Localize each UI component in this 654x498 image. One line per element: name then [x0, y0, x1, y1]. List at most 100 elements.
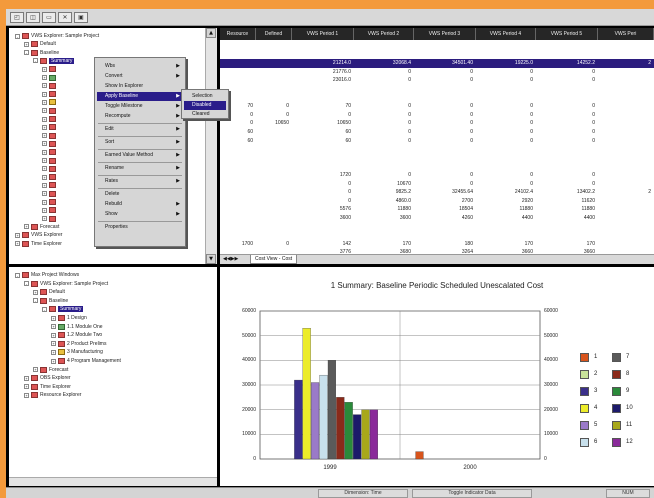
- tree-node[interactable]: +: [42, 148, 58, 156]
- tree-node[interactable]: +: [42, 115, 58, 123]
- scroll-down-arrow-icon[interactable]: ▼: [206, 254, 216, 264]
- expand-plus-icon[interactable]: +: [42, 116, 47, 122]
- tree-node[interactable]: - Baseline: [33, 297, 68, 305]
- tree-node[interactable]: +1.2 Module Two: [51, 331, 102, 339]
- tree-node[interactable]: +: [42, 65, 58, 73]
- tree-node[interactable]: +: [42, 82, 58, 90]
- collapse-minus-icon[interactable]: -: [24, 50, 29, 56]
- expand-plus-icon[interactable]: +: [42, 166, 47, 172]
- expand-plus-icon[interactable]: +: [42, 83, 47, 89]
- tree-vertical-scrollbar[interactable]: ▲ ▼: [205, 28, 217, 264]
- expand-plus-icon[interactable]: +: [51, 315, 56, 321]
- tree-node[interactable]: +: [42, 98, 58, 106]
- toolbar-button-3[interactable]: ▭: [42, 12, 56, 23]
- expand-plus-icon[interactable]: +: [42, 216, 47, 222]
- column-header[interactable]: Resource: [220, 28, 256, 40]
- tab-cost-view[interactable]: Cost View - Cost: [250, 255, 298, 264]
- expand-plus-icon[interactable]: +: [24, 375, 29, 381]
- tree-node[interactable]: +: [42, 90, 58, 98]
- expand-plus-icon[interactable]: +: [33, 367, 38, 373]
- tree-node[interactable]: +4 Program Management: [51, 357, 121, 365]
- submenu-item[interactable]: Cleared: [184, 110, 226, 119]
- tree-node[interactable]: +: [42, 173, 58, 181]
- expand-plus-icon[interactable]: +: [42, 91, 47, 97]
- tree-node[interactable]: - VWS Explorer: Sample Project: [24, 280, 108, 288]
- column-header[interactable]: VWS Period 1: [292, 28, 354, 40]
- expand-plus-icon[interactable]: +: [42, 133, 47, 139]
- expand-plus-icon[interactable]: +: [33, 289, 38, 295]
- tree-node[interactable]: +2 Product Prelims: [51, 340, 106, 348]
- tree-node[interactable]: +3 Manufacturing: [51, 348, 103, 356]
- expand-plus-icon[interactable]: +: [24, 384, 29, 390]
- tree-node[interactable]: + Forecast: [33, 366, 68, 374]
- context-menu-item[interactable]: Edit ▶: [97, 125, 183, 134]
- expand-plus-icon[interactable]: +: [42, 75, 47, 80]
- expand-plus-icon[interactable]: +: [15, 232, 20, 238]
- tree-node[interactable]: +: [42, 181, 58, 189]
- expand-plus-icon[interactable]: +: [42, 174, 47, 180]
- expand-plus-icon[interactable]: +: [42, 108, 47, 114]
- expand-plus-icon[interactable]: +: [15, 241, 20, 246]
- context-menu-item[interactable]: Convert ▶: [97, 72, 183, 81]
- tree-node[interactable]: + OBS Explorer: [24, 374, 71, 382]
- tree-node[interactable]: +: [42, 198, 58, 206]
- context-menu-item[interactable]: Apply Baseline ▶: [97, 92, 183, 101]
- column-header[interactable]: VWS Peri: [598, 28, 654, 40]
- tree-node[interactable]: - Baseline: [24, 49, 59, 57]
- collapse-minus-icon[interactable]: -: [24, 281, 29, 287]
- context-menu-item[interactable]: Wbs ▶: [97, 62, 183, 71]
- expand-plus-icon[interactable]: +: [42, 207, 47, 213]
- context-menu-item[interactable]: Rename ▶: [97, 164, 183, 173]
- expand-plus-icon[interactable]: +: [42, 199, 47, 205]
- tree-node[interactable]: +: [42, 140, 58, 148]
- tree-node[interactable]: - Max Project Windows: [15, 271, 79, 279]
- context-menu-item[interactable]: Sort ▶: [97, 138, 183, 147]
- context-menu-item[interactable]: Rates ▶: [97, 177, 183, 186]
- tree-node[interactable]: +: [42, 215, 58, 223]
- expand-plus-icon[interactable]: +: [51, 358, 56, 364]
- expand-plus-icon[interactable]: +: [42, 99, 47, 105]
- tree-node[interactable]: + Resource Explorer: [24, 391, 81, 399]
- collapse-minus-icon[interactable]: -: [33, 58, 38, 64]
- tree-node[interactable]: + Time Explorer: [24, 383, 71, 391]
- expand-plus-icon[interactable]: +: [24, 224, 29, 230]
- tree-node[interactable]: + Time Explorer: [15, 240, 62, 248]
- expand-plus-icon[interactable]: +: [51, 349, 56, 355]
- expand-plus-icon[interactable]: +: [42, 149, 47, 155]
- tree-node[interactable]: + Forecast: [24, 223, 59, 231]
- expand-plus-icon[interactable]: +: [42, 182, 47, 188]
- tree-node[interactable]: +: [42, 74, 58, 82]
- column-header[interactable]: VWS Period 5: [536, 28, 598, 40]
- collapse-minus-icon[interactable]: -: [42, 306, 47, 312]
- column-header[interactable]: VWS Period 4: [476, 28, 536, 40]
- toolbar-button-5[interactable]: ▣: [74, 12, 88, 23]
- expand-plus-icon[interactable]: +: [42, 158, 47, 163]
- column-header[interactable]: VWS Period 2: [354, 28, 414, 40]
- tree-node[interactable]: +1 Design: [51, 314, 87, 322]
- expand-plus-icon[interactable]: +: [51, 341, 56, 347]
- column-header[interactable]: Defined: [256, 28, 292, 40]
- context-menu-item[interactable]: Recompute ▶: [97, 112, 183, 121]
- tree-node[interactable]: - Summary: [33, 57, 75, 65]
- collapse-minus-icon[interactable]: -: [15, 272, 20, 278]
- column-header[interactable]: VWS Period 3: [414, 28, 476, 40]
- collapse-minus-icon[interactable]: -: [15, 33, 20, 39]
- context-menu-item[interactable]: Toggle Milestone ▶: [97, 102, 183, 111]
- expand-plus-icon[interactable]: +: [24, 392, 29, 398]
- tree-node[interactable]: +: [42, 107, 58, 115]
- tree-node[interactable]: +: [42, 132, 58, 140]
- collapse-minus-icon[interactable]: -: [33, 298, 38, 304]
- expand-plus-icon[interactable]: +: [42, 191, 47, 197]
- context-menu-item[interactable]: Rebuild ▶: [97, 200, 183, 209]
- tree-node[interactable]: + Default: [24, 40, 56, 48]
- submenu-item[interactable]: Disabled: [184, 101, 226, 110]
- tree-horizontal-scrollbar[interactable]: [9, 477, 217, 486]
- toolbar-button-1[interactable]: ◰: [10, 12, 24, 23]
- tree-node[interactable]: +: [42, 190, 58, 198]
- submenu-item[interactable]: Selection: [184, 92, 226, 101]
- expand-plus-icon[interactable]: +: [24, 41, 29, 47]
- context-menu-item[interactable]: Earned Value Method ▶: [97, 151, 183, 160]
- expand-plus-icon[interactable]: +: [42, 141, 47, 147]
- tree-node[interactable]: +: [42, 123, 58, 131]
- tree-node[interactable]: + Default: [33, 288, 65, 296]
